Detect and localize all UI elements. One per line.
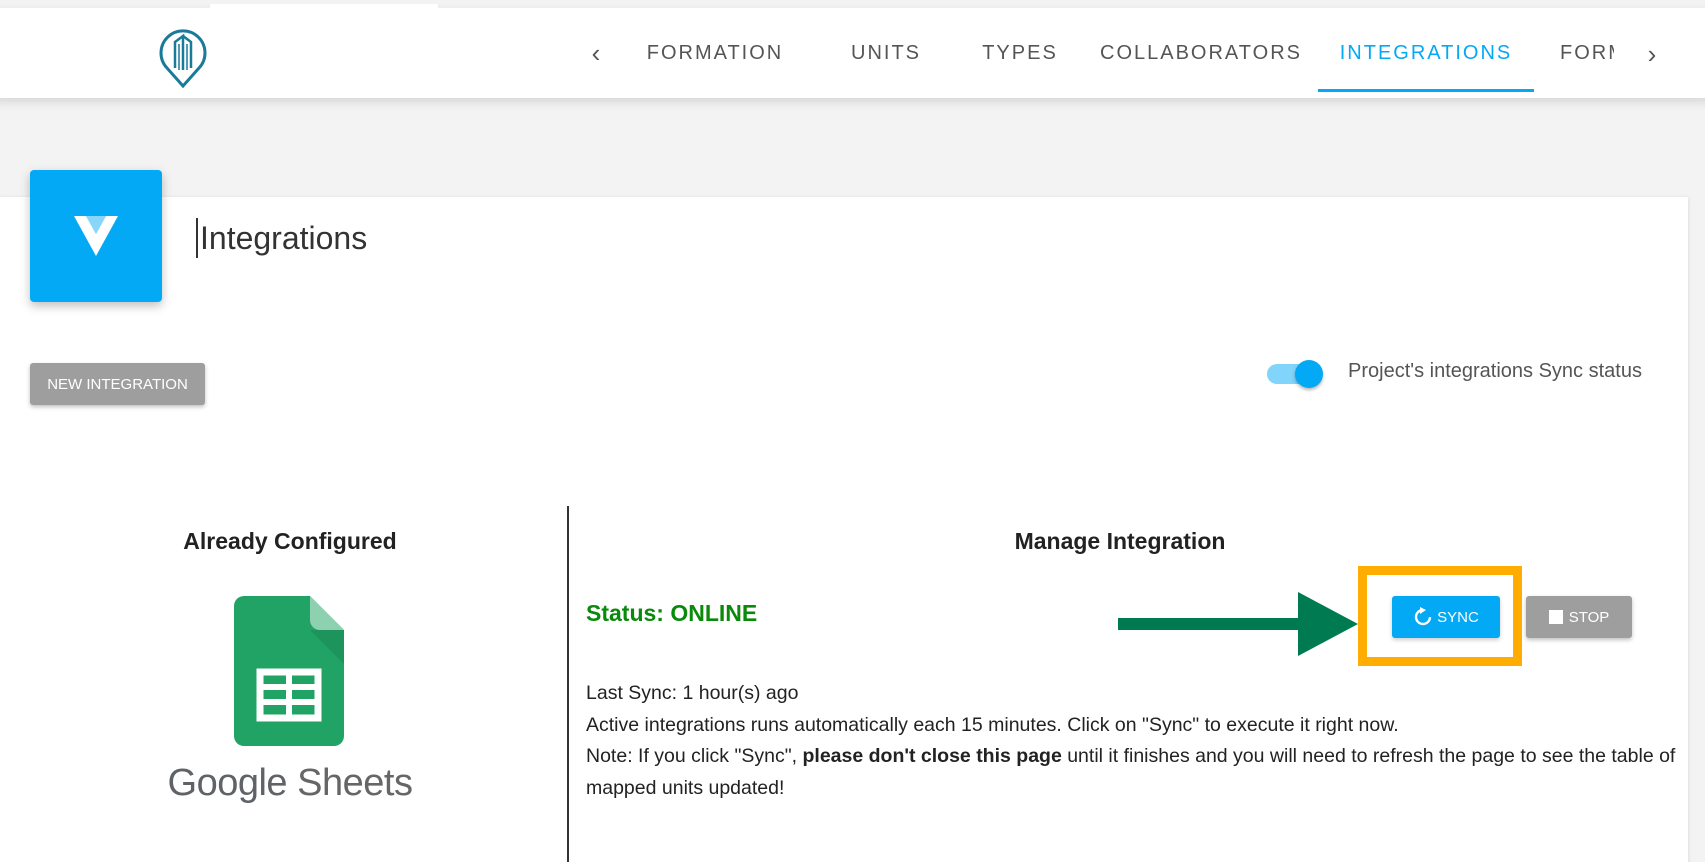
tab-types[interactable]: TYPES: [956, 8, 1084, 98]
note-prefix: Note: If you click "Sync",: [586, 745, 803, 767]
sync-warning-note: Note: If you click "Sync", please don't …: [586, 741, 1686, 804]
chevron-right-icon[interactable]: ›: [1634, 34, 1670, 74]
sync-info: Last Sync: 1 hour(s) ago Active integrat…: [586, 678, 1686, 804]
tab-units[interactable]: UNITS: [816, 8, 956, 98]
tab-formation[interactable]: FORMATION: [614, 8, 816, 98]
chevron-left-icon[interactable]: ‹: [578, 33, 614, 73]
stop-button-label: STOP: [1568, 608, 1610, 626]
sync-status-label: Project's integrations Sync status: [1348, 360, 1642, 382]
page-title: Integrations: [196, 218, 367, 258]
main-navigation: ‹ FORMATION UNITS TYPES COLLABORATORS IN…: [578, 8, 1614, 98]
stop-icon: [1548, 610, 1563, 624]
google-sheets-wordmark: Google Sheets: [0, 762, 580, 805]
new-integration-button[interactable]: NEW INTEGRATION: [30, 363, 205, 405]
app-logo-icon[interactable]: [155, 24, 211, 90]
toggle-knob: [1295, 360, 1323, 388]
google-sheets-icon[interactable]: [234, 596, 344, 746]
tab-collaborators[interactable]: COLLABORATORS: [1084, 8, 1318, 98]
top-bar-accent: [210, 4, 438, 8]
note-bold: please don't close this page: [802, 745, 1062, 767]
nav-tabs: FORMATION UNITS TYPES COLLABORATORS INTE…: [614, 8, 1614, 98]
sync-button-label: SYNC: [1437, 608, 1479, 626]
tab-integrations[interactable]: INTEGRATIONS: [1318, 8, 1534, 98]
last-sync-text: Last Sync: 1 hour(s) ago: [586, 682, 799, 704]
column-divider: [567, 506, 569, 862]
v-logo-icon: [30, 170, 162, 302]
already-configured-heading: Already Configured: [183, 528, 397, 554]
manage-integration-heading: Manage Integration: [1014, 528, 1226, 554]
wordmark-sheets: Sheets: [297, 762, 413, 804]
arrow-right-icon: [1118, 592, 1358, 656]
wordmark-google: Google: [167, 762, 288, 804]
stop-button[interactable]: STOP: [1526, 596, 1632, 638]
auto-run-note: Active integrations runs automatically e…: [586, 713, 1399, 736]
tab-form[interactable]: FORM: [1534, 8, 1614, 98]
refresh-icon: [1414, 607, 1432, 626]
sync-status-toggle[interactable]: [1267, 360, 1325, 388]
sync-button[interactable]: SYNC: [1392, 596, 1500, 638]
status-online-text: Status: ONLINE: [586, 600, 758, 626]
